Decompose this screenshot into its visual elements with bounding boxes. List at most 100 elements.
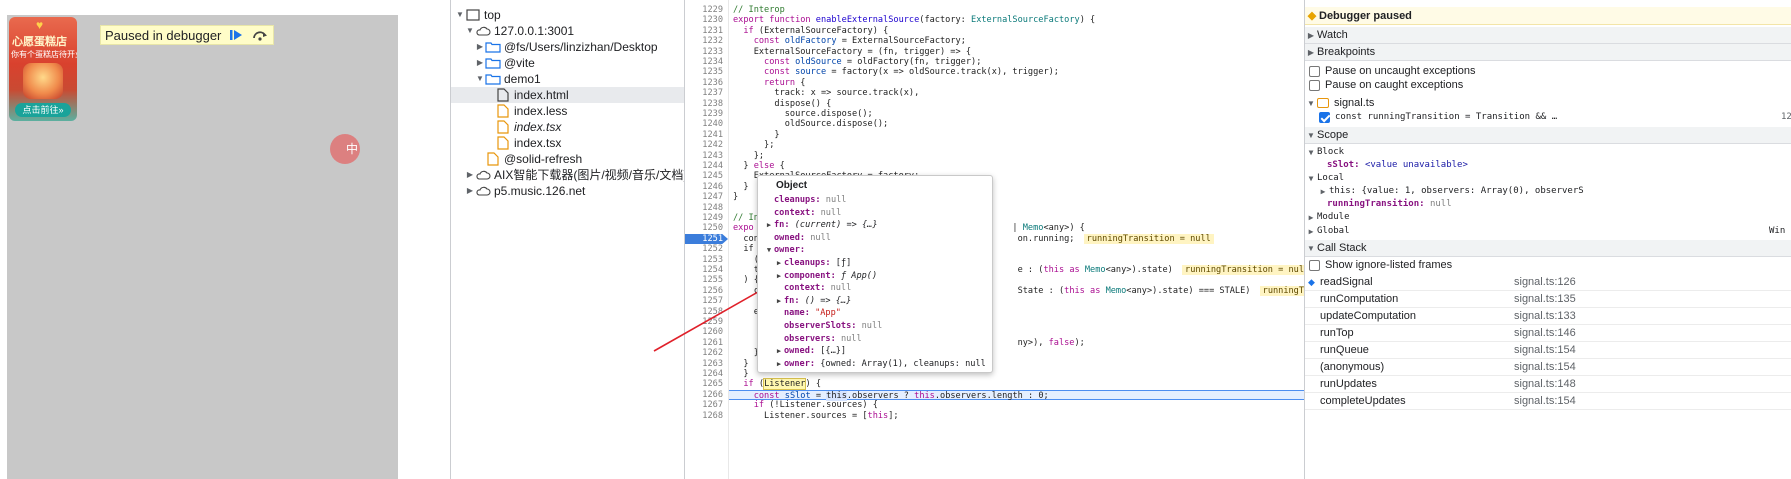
line-number[interactable]: 1266 [685,390,728,400]
popover-property-expandable[interactable]: ▶ fn: (current) => {…} [764,219,998,232]
expand-triangle-icon[interactable]: ▼ [1305,244,1317,253]
line-number[interactable]: 1252 [685,244,728,254]
tree-item-index-less[interactable]: index.less [451,103,685,119]
code-line[interactable]: const oldFactory = ExternalSourceFactory… [733,36,1304,46]
scope-global[interactable]: ▶ Global Win [1305,225,1791,237]
line-number[interactable]: 1236 [685,78,728,88]
collapse-triangle-icon[interactable]: ▶ [1305,48,1317,57]
scope-module[interactable]: ▶ Module [1305,211,1791,223]
expand-triangle-icon[interactable]: ▶ [774,257,784,270]
collapse-triangle-icon[interactable]: ▶ [1305,31,1317,40]
line-number[interactable]: 1232 [685,36,728,46]
breakpoint-enabled-checkbox[interactable] [1319,111,1330,123]
collapse-triangle-icon[interactable]: ▶ [1305,213,1317,222]
expand-triangle-icon[interactable]: ▼ [1305,174,1317,183]
line-number[interactable]: 1241 [685,130,728,140]
line-number[interactable]: 1268 [685,411,728,421]
code-line[interactable]: const source = factory(x => oldSource.tr… [733,67,1304,77]
tree-item-solid-refresh[interactable]: @solid-refresh [451,151,685,167]
code-line[interactable]: if (!Listener.sources) { [733,400,1304,410]
collapse-triangle-icon[interactable]: ▶ [1317,187,1329,196]
line-number[interactable]: 1248 [685,203,728,213]
line-number[interactable]: 1231 [685,26,728,36]
code-line[interactable]: }; [733,151,1304,161]
expand-triangle-icon[interactable]: ▶ [774,345,784,358]
code-line[interactable]: } else { [733,161,1304,171]
collapse-triangle-icon[interactable]: ▶ [465,167,475,183]
show-ignore-listed-option[interactable]: Show ignore-listed frames [1305,258,1791,272]
code-line[interactable]: const oldSource = oldFactory(fn, trigger… [733,57,1304,67]
frame-location[interactable]: signal.ts:154 [1514,344,1576,356]
call-frame[interactable]: completeUpdates signal.ts:154 [1305,393,1791,410]
scope-this[interactable]: ▶ this: {value: 1, observers: Array(0), … [1305,185,1791,197]
line-number[interactable]: 1246 [685,182,728,192]
frame-location[interactable]: signal.ts:126 [1514,276,1576,288]
expand-triangle-icon[interactable]: ▼ [1305,131,1317,140]
collapse-triangle-icon[interactable]: ▶ [1305,227,1317,236]
code-line[interactable]: // Interop [733,5,1304,15]
floating-side-button[interactable]: 中 [330,134,360,164]
code-line[interactable]: return { [733,78,1304,88]
tree-item-index-tsx-italic[interactable]: index.tsx [451,119,685,135]
line-number[interactable]: 1240 [685,119,728,129]
code-line[interactable]: track: x => source.track(x), [733,88,1304,98]
line-number[interactable]: 1239 [685,109,728,119]
expand-triangle-icon[interactable]: ▶ [774,270,784,283]
code-line[interactable]: } [733,130,1304,140]
line-number[interactable]: 1263 [685,359,728,369]
pause-caught-option[interactable]: Pause on caught exceptions [1305,78,1791,92]
line-number[interactable]: 1247 [685,192,728,202]
expand-triangle-icon[interactable]: ▶ [764,219,774,232]
frame-location[interactable]: signal.ts:148 [1514,378,1576,390]
popover-property-expandable[interactable]: ▶ owner: {owned: Array(1), cleanups: null [774,358,1008,371]
frame-location[interactable]: signal.ts:146 [1514,327,1576,339]
ad-banner[interactable]: ♥ 心愿蛋糕店 你有个蛋糕店待开业 点击前往» [9,17,77,121]
section-scope[interactable]: ▼ Scope [1305,127,1791,144]
code-line[interactable]: oldSource.dispose(); [733,119,1304,129]
tree-item-vite[interactable]: ▶ @vite [451,55,685,71]
call-frame[interactable]: runUpdates signal.ts:148 [1305,376,1791,393]
line-number[interactable]: 1234 [685,57,728,67]
popover-property-expandable[interactable]: ▶ component: ƒ App() [774,270,1008,283]
frame-location[interactable]: signal.ts:133 [1514,310,1576,322]
call-frame[interactable]: runTop signal.ts:146 [1305,325,1791,342]
collapse-triangle-icon[interactable]: ▶ [465,183,475,199]
pause-uncaught-option[interactable]: Pause on uncaught exceptions [1305,64,1791,78]
resume-button[interactable] [227,27,245,43]
line-number[interactable]: 1229 [685,5,728,15]
popover-property-expandable[interactable]: ▶ owned: [{…}] [774,345,1008,358]
scope-local[interactable]: ▼ Local [1305,172,1791,184]
expand-triangle-icon[interactable]: ▼ [465,23,475,39]
tree-item-aix-extension[interactable]: ▶ AIX智能下载器(图片/视频/音乐/文档) [451,167,687,183]
line-number[interactable]: 1235 [685,67,728,77]
frame-location[interactable]: signal.ts:135 [1514,293,1576,305]
code-line[interactable]: export function enableExternalSource(fac… [733,15,1304,25]
code-line[interactable]: source.dispose(); [733,109,1304,119]
section-call-stack[interactable]: ▼ Call Stack [1305,240,1791,257]
code-line[interactable]: dispose() { [733,99,1304,109]
expand-triangle-icon[interactable]: ▼ [475,71,485,87]
line-number[interactable]: 1249 [685,213,728,223]
frame-location[interactable]: signal.ts:154 [1514,395,1576,407]
call-frame[interactable]: ◆ readSignal signal.ts:126 [1305,274,1791,291]
expand-triangle-icon[interactable]: ▶ [774,358,784,371]
show-ignore-listed-checkbox[interactable] [1309,259,1320,271]
collapse-triangle-icon[interactable]: ▶ [475,39,485,55]
call-frame[interactable]: updateComputation signal.ts:133 [1305,308,1791,325]
object-preview-popover[interactable]: Object cleanups: null context: null ▶ fn:… [757,175,993,373]
tree-item-host[interactable]: ▼ 127.0.0.1:3001 [451,23,685,39]
line-number[interactable]: 1233 [685,47,728,57]
tree-item-demo1[interactable]: ▼ demo1 [451,71,685,87]
code-line[interactable]: if (ExternalSourceFactory) { [733,26,1304,36]
section-breakpoints[interactable]: ▶ Breakpoints [1305,44,1791,61]
tree-item-fs-folder[interactable]: ▶ @fs/Users/linzizhan/Desktop [451,39,685,55]
line-number[interactable]: 1265 [685,379,728,389]
expand-triangle-icon[interactable]: ▼ [1305,148,1317,157]
popover-property-expanded[interactable]: ▼ owner: [764,244,998,257]
ad-go-button[interactable]: 点击前往» [15,103,71,117]
code-line-current[interactable]: const sSlot = this.observers ? this.obse… [729,389,1304,401]
call-frame[interactable]: runComputation signal.ts:135 [1305,291,1791,308]
popover-property-expandable[interactable]: ▶ cleanups: [ƒ] [774,257,1008,270]
tree-item-index-tsx[interactable]: index.tsx [451,135,685,151]
breakpoint-entry[interactable]: const runningTransition = Transition && … [1305,110,1791,124]
